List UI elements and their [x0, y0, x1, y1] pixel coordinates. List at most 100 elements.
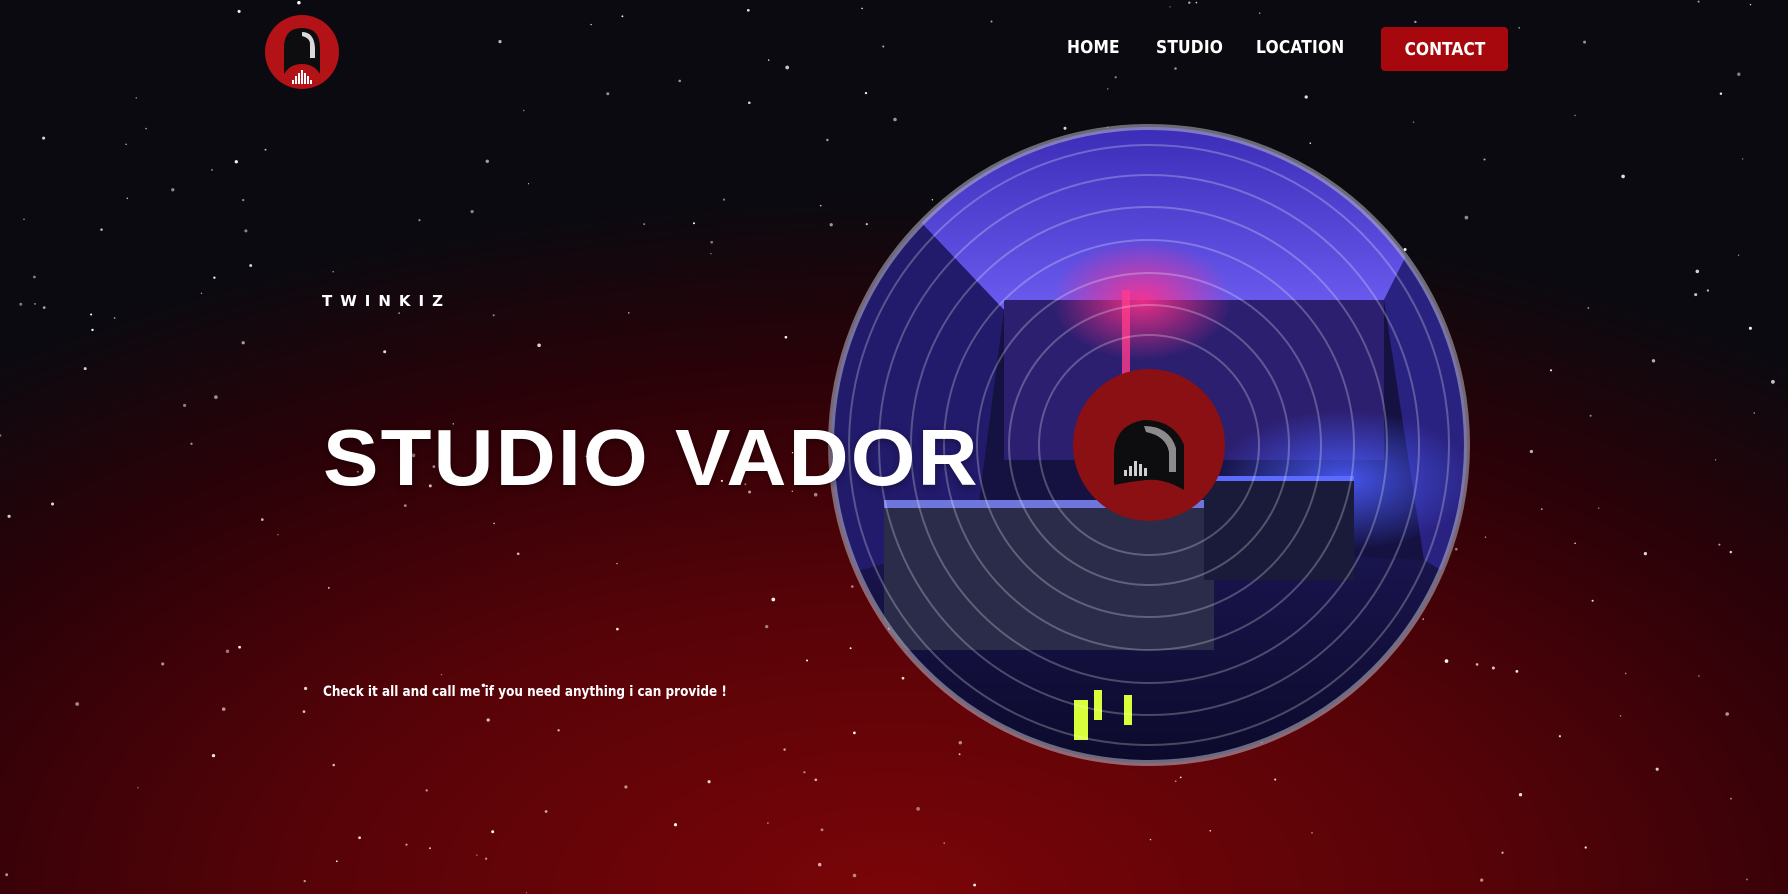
star: [692, 222, 696, 225]
star: [783, 748, 786, 751]
star: [1311, 832, 1313, 834]
nav-home-link[interactable]: HOME: [1067, 37, 1120, 58]
star: [425, 789, 428, 792]
star: [525, 892, 528, 894]
star: [171, 188, 175, 192]
star: [673, 823, 678, 827]
star: [784, 335, 788, 339]
star: [746, 8, 750, 12]
star: [1114, 76, 1117, 79]
star: [418, 219, 421, 222]
star: [332, 271, 334, 273]
star: [7, 514, 11, 518]
star: [484, 857, 488, 860]
star: [0, 434, 2, 437]
hero-eyebrow: TWINKIZ: [322, 292, 451, 310]
star: [1725, 712, 1730, 716]
star: [590, 23, 592, 26]
star: [806, 659, 809, 662]
star: [771, 597, 776, 602]
star: [747, 101, 751, 105]
star: [249, 264, 253, 267]
star: [50, 502, 55, 506]
star: [493, 522, 495, 525]
star: [990, 20, 993, 23]
star: [1518, 27, 1520, 29]
star: [1695, 269, 1700, 274]
star: [491, 830, 495, 834]
star: [237, 9, 241, 13]
star: [1589, 414, 1592, 417]
star: [864, 91, 868, 95]
star: [403, 504, 407, 507]
star: [1619, 715, 1622, 717]
star: [1480, 878, 1484, 882]
star: [137, 786, 139, 789]
star: [1169, 6, 1171, 8]
star: [1587, 307, 1590, 309]
star: [1549, 369, 1553, 372]
star: [1597, 507, 1600, 509]
star: [335, 860, 338, 863]
star: [19, 302, 23, 306]
contact-button[interactable]: CONTACT: [1381, 27, 1508, 71]
star: [332, 763, 335, 767]
star: [476, 854, 478, 856]
star: [814, 778, 818, 782]
star: [405, 843, 408, 846]
star: [277, 534, 279, 536]
star: [242, 198, 245, 202]
star: [1737, 72, 1741, 76]
star: [213, 276, 216, 279]
star: [624, 785, 628, 789]
star: [1179, 776, 1182, 779]
star: [145, 127, 147, 130]
star: [516, 552, 520, 556]
star: [304, 686, 308, 691]
star: [485, 159, 489, 163]
nav-location-link[interactable]: LOCATION: [1256, 37, 1344, 58]
star: [91, 328, 94, 332]
star: [1518, 793, 1523, 797]
star: [486, 718, 490, 722]
star: [1574, 114, 1576, 117]
star: [678, 79, 681, 83]
star: [1621, 174, 1625, 179]
star: [616, 627, 619, 631]
star: [126, 197, 129, 200]
star: [710, 253, 712, 255]
star: [241, 341, 245, 345]
star: [1540, 508, 1543, 511]
star: [244, 229, 248, 233]
star: [1483, 158, 1486, 161]
star: [628, 312, 630, 314]
contact-button-label: CONTACT: [1404, 38, 1485, 60]
star: [1706, 289, 1710, 292]
star: [210, 168, 214, 171]
star: [200, 292, 203, 295]
logo-icon[interactable]: [264, 14, 340, 90]
star: [1749, 3, 1752, 6]
record-label-icon: [1073, 369, 1225, 521]
star: [943, 842, 945, 844]
star: [722, 198, 726, 201]
hero-tagline: Check it all and call me if you need any…: [323, 684, 727, 700]
star: [1694, 293, 1698, 297]
star: [621, 15, 624, 18]
star: [34, 303, 36, 305]
star: [557, 729, 560, 732]
star: [1698, 675, 1700, 677]
nav-studio-link[interactable]: STUDIO: [1156, 37, 1223, 58]
star: [1558, 735, 1561, 738]
star: [1714, 459, 1717, 461]
star: [23, 218, 25, 221]
star: [820, 828, 824, 832]
star: [211, 753, 216, 758]
star: [221, 707, 226, 711]
star: [616, 562, 618, 565]
star: [1574, 542, 1576, 545]
star: [643, 223, 646, 226]
star: [1719, 92, 1723, 95]
star: [861, 7, 863, 10]
star: [302, 710, 306, 713]
